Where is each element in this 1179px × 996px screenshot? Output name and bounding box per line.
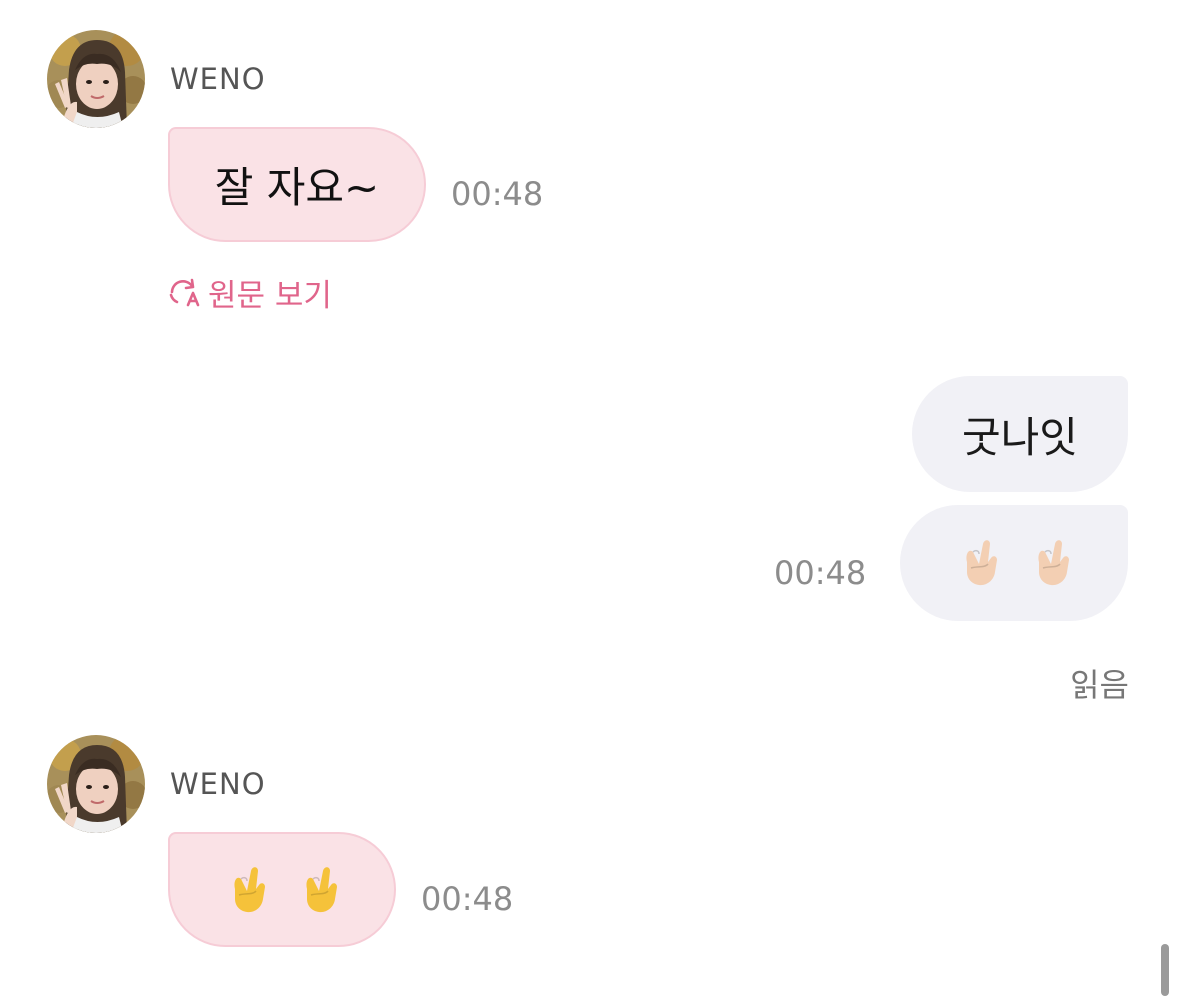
avatar-image: [47, 735, 145, 833]
outgoing-message-bubble[interactable]: 굿나잇: [912, 376, 1128, 492]
finger-heart-icon: [233, 866, 266, 913]
message-time: 00:48: [451, 175, 544, 213]
incoming-message-bubble[interactable]: 잘 자요~: [168, 127, 426, 242]
message-time: 00:48: [421, 880, 514, 918]
message-time: 00:48: [774, 554, 867, 592]
scrollbar[interactable]: [1161, 944, 1169, 996]
finger-heart-icon: [305, 866, 338, 913]
read-status: 읽음: [1070, 666, 1129, 704]
sender-name: WENO: [170, 767, 266, 801]
outgoing-emoji-bubble[interactable]: [900, 505, 1128, 621]
view-original-button[interactable]: 원문 보기: [168, 270, 332, 315]
sender-name: WENO: [170, 62, 266, 96]
chat-screen: WENO 잘 자요~ 00:48 원문 보기 굿나잇 00:48 읽음 WENO: [0, 0, 1179, 996]
avatar[interactable]: [47, 735, 145, 833]
translate-refresh-icon: [169, 278, 200, 306]
incoming-emoji-bubble[interactable]: [168, 832, 396, 947]
finger-heart-icon: [965, 539, 998, 586]
message-text: 잘 자요~: [214, 163, 380, 212]
view-original-label: 원문 보기: [208, 278, 332, 314]
avatar-image: [47, 30, 145, 128]
avatar[interactable]: [47, 30, 145, 128]
message-text: 굿나잇: [962, 412, 1078, 462]
finger-heart-icon: [1037, 539, 1070, 586]
